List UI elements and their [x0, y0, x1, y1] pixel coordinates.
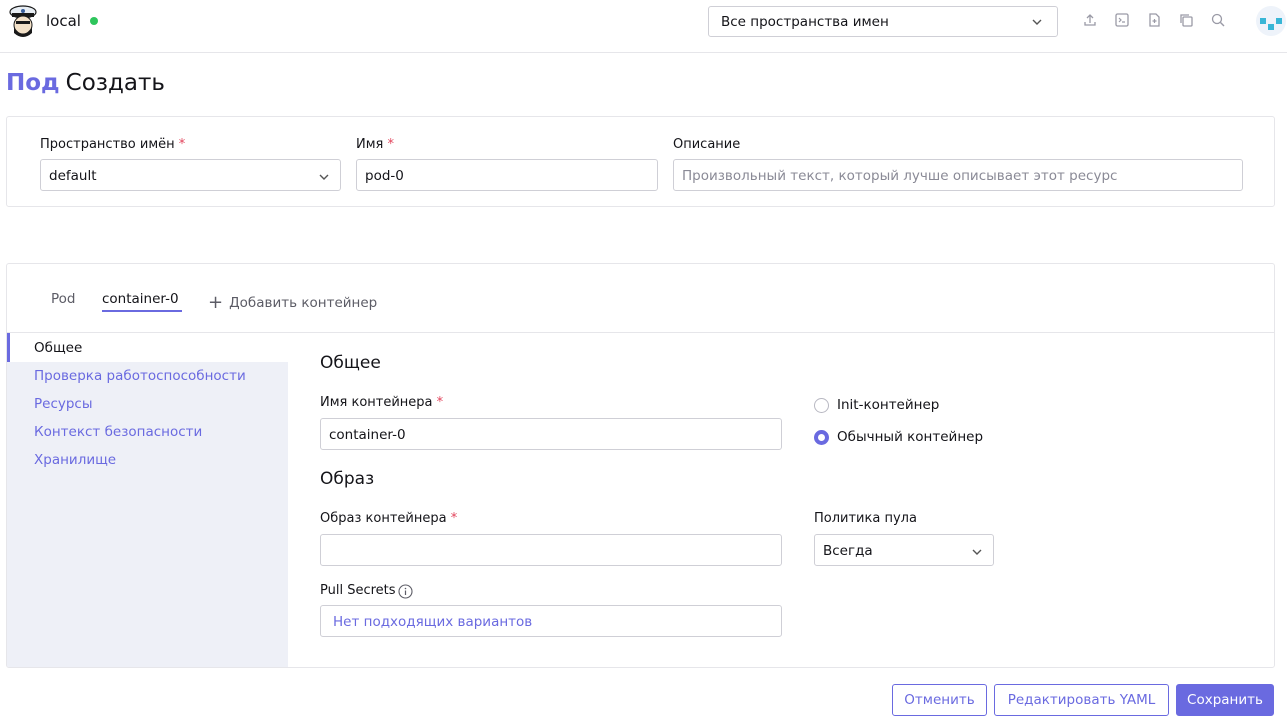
- sidenav-item-resources[interactable]: Ресурсы: [34, 396, 93, 412]
- info-icon[interactable]: [398, 584, 413, 599]
- cluster-name[interactable]: local: [46, 12, 81, 30]
- resource-kind-link[interactable]: Под: [6, 70, 60, 96]
- top-header: local Все пространства имен: [0, 0, 1287, 53]
- edit-yaml-button[interactable]: Редактировать YAML: [994, 684, 1169, 716]
- sidenav-active-indicator: [7, 333, 10, 362]
- cancel-button[interactable]: Отменить: [892, 684, 987, 716]
- container-name-input[interactable]: container-0: [320, 418, 782, 450]
- sidenav-item-storage[interactable]: Хранилище: [34, 452, 116, 468]
- chevron-down-icon: [319, 174, 329, 180]
- copy-icon[interactable]: [1178, 12, 1194, 28]
- chevron-down-icon: [972, 549, 982, 555]
- user-avatar[interactable]: [1256, 6, 1286, 36]
- sidenav-item-health-check[interactable]: Проверка работоспособности: [34, 368, 246, 384]
- name-input[interactable]: pod-0: [356, 159, 658, 191]
- pull-policy-value: Всегда: [823, 543, 873, 559]
- name-label: Имя *: [356, 137, 394, 152]
- avatar-pattern-icon: [1260, 18, 1282, 30]
- page-title: Под Создать: [6, 70, 165, 96]
- container-image-input[interactable]: [320, 534, 782, 566]
- chevron-down-icon: [1032, 19, 1042, 25]
- namespace-select[interactable]: default: [40, 159, 341, 191]
- upload-icon[interactable]: [1082, 12, 1098, 28]
- add-container-label: Добавить контейнер: [229, 295, 378, 311]
- sidenav-item-general[interactable]: Общее: [34, 340, 82, 356]
- plus-icon: +: [208, 292, 224, 313]
- metadata-card: Пространство имён * default Имя * pod-0 …: [6, 116, 1275, 207]
- container-config-card: Pod container-0 + Добавить контейнер Обще…: [6, 263, 1275, 668]
- sidenav-item-security-context[interactable]: Контекст безопасности: [34, 424, 202, 440]
- description-input[interactable]: Произвольный текст, который лучше описыв…: [673, 159, 1243, 191]
- description-label: Описание: [673, 137, 741, 152]
- page-action: Создать: [65, 70, 165, 96]
- file-add-icon[interactable]: [1146, 12, 1162, 28]
- namespace-filter-value: Все пространства имен: [721, 14, 889, 30]
- namespace-filter-select[interactable]: Все пространства имен: [708, 6, 1058, 37]
- tab-container-0[interactable]: container-0: [102, 291, 179, 307]
- namespace-value: default: [49, 168, 97, 184]
- active-tab-indicator: [102, 310, 182, 312]
- search-icon[interactable]: [1210, 12, 1226, 28]
- pull-secrets-select[interactable]: Нет подходящих вариантов: [320, 605, 782, 637]
- pull-policy-label: Политика пула: [814, 511, 917, 526]
- add-container-button[interactable]: + Добавить контейнер: [208, 291, 378, 313]
- pull-secrets-label: Pull Secrets: [320, 583, 396, 598]
- pull-policy-select[interactable]: Всегда: [814, 534, 994, 566]
- namespace-label: Пространство имён *: [40, 137, 186, 152]
- standard-container-label[interactable]: Обычный контейнер: [837, 429, 983, 445]
- tab-bar: Pod container-0 + Добавить контейнер: [7, 264, 1274, 333]
- init-container-label[interactable]: Init-контейнер: [837, 397, 939, 413]
- container-image-label: Образ контейнера *: [320, 511, 458, 526]
- cluster-status-dot: [90, 17, 98, 25]
- standard-container-radio[interactable]: [814, 430, 829, 445]
- tab-pod[interactable]: Pod: [51, 291, 76, 307]
- terminal-icon[interactable]: [1114, 12, 1130, 28]
- cluster-logo-icon[interactable]: [8, 3, 38, 41]
- container-name-label: Имя контейнера *: [320, 395, 444, 410]
- section-sidenav: Общее Проверка работоспособности Ресурсы…: [7, 333, 288, 667]
- init-container-radio[interactable]: [814, 398, 829, 413]
- image-section-title: Образ: [320, 469, 375, 489]
- save-button[interactable]: Сохранить: [1176, 684, 1274, 716]
- general-section-title: Общее: [320, 353, 381, 373]
